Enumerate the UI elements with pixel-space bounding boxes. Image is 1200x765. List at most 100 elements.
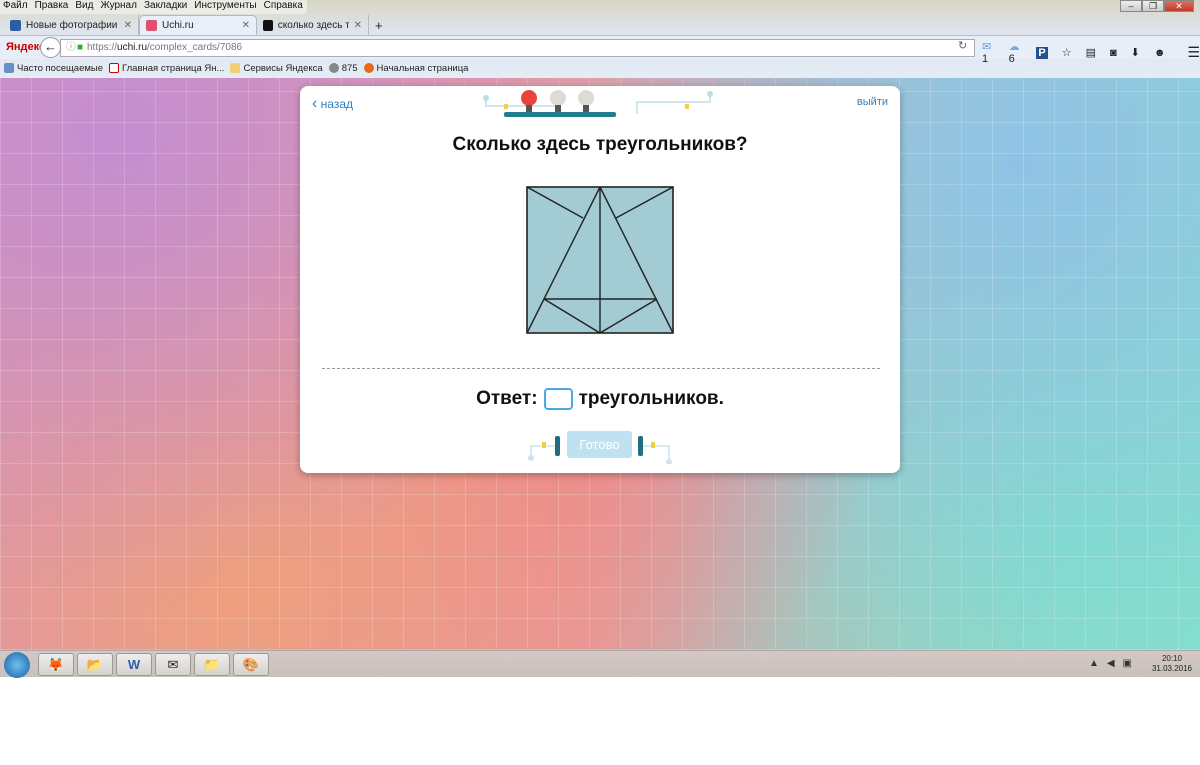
tab-photos[interactable]: Новые фотографии ✕ (4, 15, 139, 35)
url-prefix: https:// (87, 42, 118, 53)
clock-date: 31.03.2016 (1151, 664, 1192, 673)
done-button[interactable]: Готово (567, 431, 632, 458)
weather-button[interactable]: ☁ 6 (1009, 40, 1023, 65)
answer-prefix: Ответ: (476, 388, 538, 409)
maximize-button[interactable]: ❐ (1142, 0, 1164, 12)
answer-row: Ответ: треугольников. (300, 388, 900, 410)
taskbar: 🦊 📂 W ✉ 📁 🎨 ▲◀▣ 20:10 31.03.2016 (0, 650, 1200, 678)
back-link[interactable]: ‹ назад (312, 95, 353, 113)
tab-label: Новые фотографии (26, 19, 118, 31)
bookmark-875[interactable]: 875 (328, 63, 358, 74)
explorer-taskbar-icon[interactable]: 📁 (194, 653, 230, 676)
menu-file[interactable]: Файл (3, 0, 28, 14)
bookmarks-bar: Часто посещаемые Главная страница Ян... … (0, 60, 468, 77)
back-label: назад (320, 97, 354, 111)
reload-icon[interactable]: ↻ (958, 39, 967, 52)
bookmark-start-page[interactable]: Начальная страница (363, 63, 469, 74)
menu-history[interactable]: Журнал (100, 0, 137, 14)
plus-icon: + (375, 17, 383, 33)
firefox-icon (363, 63, 374, 74)
outlook-taskbar-icon[interactable]: ✉ (155, 653, 191, 676)
show-hidden-icon[interactable]: ▲ (1089, 658, 1107, 669)
browser-chrome: Файл Правка Вид Журнал Закладки Инструме… (0, 0, 1200, 78)
toolbar-icons: ✉ 1 ☁ 6 P ☆ ▤ ◙ ⬇ ☻ ☰ (982, 40, 1200, 65)
bookmark-label: 875 (341, 63, 358, 74)
ie-tools-taskbar-icon[interactable]: 📂 (77, 653, 113, 676)
close-window-button[interactable]: ✕ (1164, 0, 1194, 12)
pocket-icon[interactable]: ◙ (1110, 47, 1117, 59)
nav-bar: Яндекс ⓘ ■ https://uchi.ru/complex_cards/7… (0, 35, 1200, 65)
question-title: Сколько здесь треугольников? (452, 134, 748, 155)
wire-bead (685, 104, 689, 109)
triangles-figure (526, 186, 674, 334)
word-taskbar-icon[interactable]: W (116, 653, 152, 676)
bookmark-icon (4, 63, 14, 74)
uchi-favicon-icon (146, 20, 157, 31)
smiley-icon[interactable]: ☻ (1154, 47, 1166, 59)
dashed-divider (322, 368, 880, 369)
mail-icon: ✉ (982, 41, 992, 53)
bookmark-label: Часто посещаемые (17, 63, 104, 74)
tab-question[interactable]: сколько здесь треугольни... ✕ (257, 15, 369, 35)
hamburger-menu-icon[interactable]: ☰ (1187, 44, 1200, 61)
weather-value: 6 (1008, 53, 1015, 65)
bulb-bar (504, 112, 616, 117)
clock[interactable]: 20:10 31.03.2016 (1152, 654, 1192, 674)
tab-label: Uchi.ru (162, 20, 194, 31)
chevron-left-icon: ‹ (312, 95, 318, 112)
minimize-button[interactable]: – (1120, 0, 1142, 12)
network-icon[interactable]: ▣ (1123, 658, 1140, 669)
bookmark-most-visited[interactable]: Часто посещаемые (4, 63, 103, 74)
wire-node (707, 91, 713, 97)
close-tab-icon[interactable]: ✕ (354, 20, 362, 31)
bookmark-label: Начальная страница (376, 63, 469, 74)
bookmark-label: Сервисы Яндекса (243, 63, 323, 74)
menu-bookmarks[interactable]: Закладки (144, 0, 187, 14)
info-icon[interactable]: ⓘ (66, 40, 76, 56)
volume-icon[interactable]: ◀ (1107, 658, 1123, 669)
bulb-current-icon (521, 90, 537, 112)
tab-uchi[interactable]: Uchi.ru ✕ (139, 15, 257, 35)
clipboard-icon[interactable]: ▤ (1086, 46, 1096, 59)
bookmark-yandex-home[interactable]: Главная страница Ян... (109, 63, 224, 74)
wire-left (485, 94, 711, 114)
back-button[interactable]: ← (40, 37, 61, 58)
mail-button[interactable]: ✉ 1 (982, 40, 995, 65)
tab-strip: Новые фотографии ✕ Uchi.ru ✕ сколько здесь… (4, 15, 389, 35)
bookmark-yandex-services[interactable]: Сервисы Яндекса (230, 63, 323, 74)
wire-bead (504, 104, 508, 109)
firefox-taskbar-icon[interactable]: 🦊 (38, 653, 74, 676)
menu-help[interactable]: Справка (264, 0, 303, 14)
address-bar[interactable]: ⓘ ■ https://uchi.ru/complex_cards/7086 (60, 39, 975, 57)
bulb-off-icon (578, 90, 594, 112)
start-button[interactable] (4, 652, 30, 678)
close-tab-icon[interactable]: ✕ (242, 20, 250, 31)
tray-icons[interactable]: ▲◀▣ (1089, 658, 1140, 669)
globe-icon (328, 63, 339, 74)
lock-icon: ■ (77, 42, 84, 53)
p-extension-icon[interactable]: P (1036, 46, 1048, 59)
answer-input[interactable] (543, 388, 573, 410)
exit-link[interactable]: выйти (857, 96, 888, 108)
progress-bulbs (483, 90, 713, 117)
url-host: uchi.ru (117, 42, 148, 53)
answer-suffix: треугольников. (578, 388, 724, 409)
menu-edit[interactable]: Правка (35, 0, 69, 14)
menu-tools[interactable]: Инструменты (194, 0, 256, 14)
clock-time: 20:10 (1161, 654, 1182, 663)
yandex-icon (109, 63, 120, 74)
cloud-icon: ☁ (1008, 41, 1020, 53)
url-path: /complex_cards/7086 (147, 42, 243, 53)
window-controls: – ❐ ✕ (1120, 0, 1194, 12)
paint-taskbar-icon[interactable]: 🎨 (233, 653, 269, 676)
new-tab-button[interactable]: + (369, 15, 389, 35)
star-icon[interactable]: ☆ (1062, 46, 1072, 59)
wire-node (483, 95, 489, 101)
menu-view[interactable]: Вид (75, 0, 93, 14)
photos-favicon-icon (10, 19, 21, 31)
mail-count: 1 (982, 53, 989, 65)
download-icon[interactable]: ⬇ (1131, 46, 1140, 59)
answers-favicon-icon (263, 19, 273, 31)
bulb-off-icon (550, 90, 566, 112)
close-tab-icon[interactable]: ✕ (124, 20, 132, 31)
